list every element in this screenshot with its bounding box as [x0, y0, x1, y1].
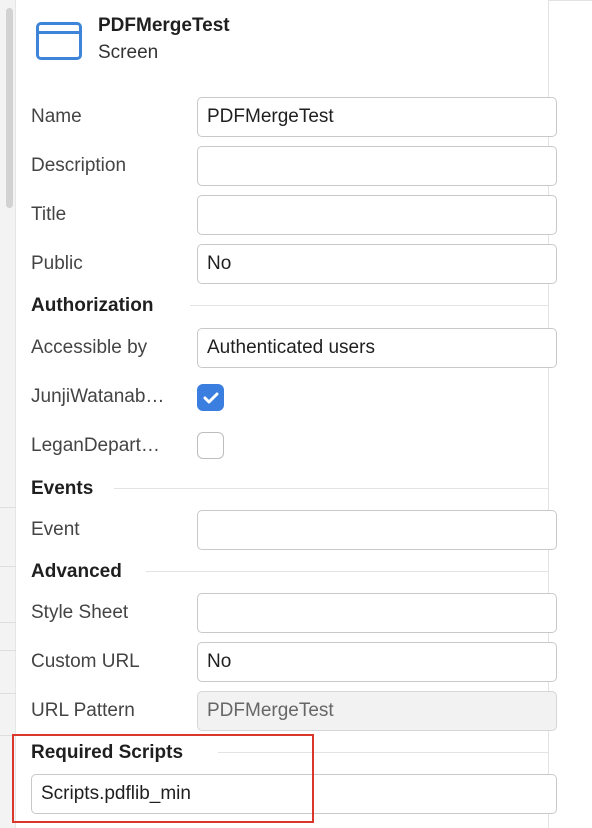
divider	[0, 566, 16, 567]
properties-header: PDFMergeTest Screen	[16, 0, 548, 78]
section-divider	[146, 571, 548, 572]
custom-url-select[interactable]: No	[197, 642, 557, 682]
event-select[interactable]	[197, 510, 557, 550]
role-label-legan: LeganDepart…	[31, 435, 160, 456]
accessible-by-label: Accessible by	[31, 337, 148, 358]
divider	[0, 507, 16, 508]
description-field[interactable]	[197, 146, 557, 186]
screen-type: Screen	[98, 42, 159, 63]
left-scrollbar-track[interactable]	[0, 0, 16, 828]
event-label: Event	[31, 519, 80, 540]
section-divider	[114, 488, 548, 489]
name-label: Name	[31, 106, 82, 127]
url-pattern-label: URL Pattern	[31, 700, 135, 721]
accessible-by-select[interactable]: Authenticated users	[197, 328, 557, 368]
name-field[interactable]: PDFMergeTest	[197, 97, 557, 137]
events-section-title: Events	[31, 478, 94, 499]
custom-url-label: Custom URL	[31, 651, 140, 672]
role-checkbox-junji[interactable]	[197, 384, 224, 411]
title-label: Title	[31, 204, 67, 225]
title-field[interactable]	[197, 195, 557, 235]
divider	[0, 693, 16, 694]
public-select[interactable]: No	[197, 244, 557, 284]
checkmark-icon	[203, 392, 219, 404]
divider	[0, 650, 16, 651]
screen-window-icon	[36, 22, 82, 60]
section-divider	[190, 305, 548, 306]
public-label: Public	[31, 253, 83, 274]
highlight-annotation-box	[12, 734, 314, 823]
description-label: Description	[31, 155, 127, 176]
authorization-section-title: Authorization	[31, 295, 154, 316]
screen-title: PDFMergeTest	[98, 15, 230, 36]
advanced-section-title: Advanced	[31, 561, 122, 582]
style-sheet-label: Style Sheet	[31, 602, 129, 623]
role-label-junji: JunjiWatanab…	[31, 386, 165, 407]
url-pattern-field: PDFMergeTest	[197, 691, 557, 731]
style-sheet-select[interactable]	[197, 593, 557, 633]
divider	[0, 622, 16, 623]
scrollbar-thumb[interactable]	[6, 8, 13, 208]
role-checkbox-legan[interactable]	[197, 432, 224, 459]
